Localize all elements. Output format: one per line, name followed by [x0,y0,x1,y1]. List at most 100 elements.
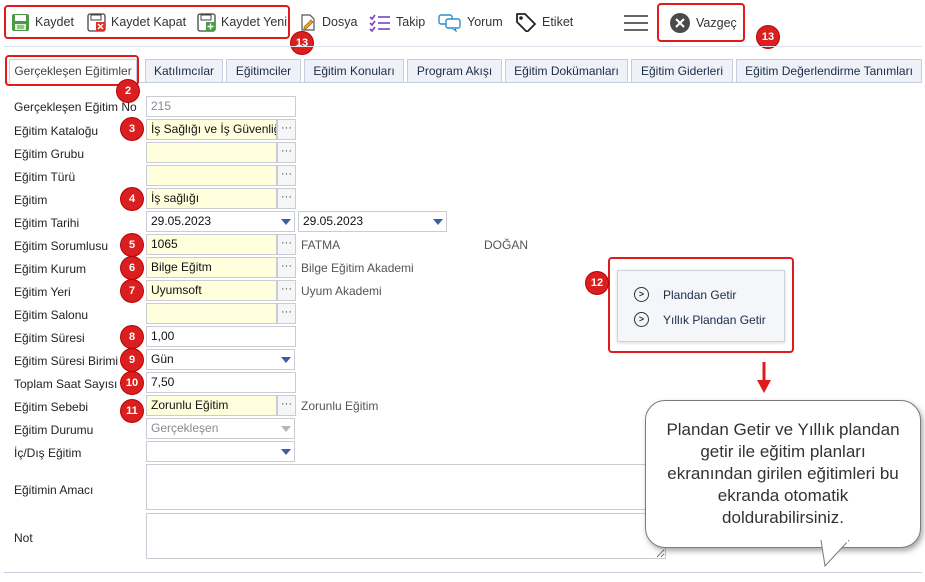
step-badge: 3 [121,118,143,140]
internal-external-dropdown-icon[interactable] [277,442,294,461]
status-dropdown-icon [277,419,294,438]
reason-description: Zorunlu Eğitim [301,399,379,413]
active-tab-highlight [5,55,139,86]
follow-button[interactable]: Takip [369,9,425,35]
training-no-field: 215 [146,96,296,117]
institution-field[interactable]: Bilge Eğitm [146,257,277,278]
room-field[interactable] [146,303,277,324]
institution-lookup-button[interactable]: ··· [277,257,296,278]
checklist-icon [369,14,390,32]
follow-label: Takip [396,15,426,29]
comment-button[interactable]: Yorum [438,9,503,35]
total-hours-label: Toplam Saat Sayısı [14,377,118,391]
step-badge: 6 [121,257,143,279]
info-callout: Plandan Getir ve Yıllık plandan getir il… [645,400,921,548]
duration-unit-dropdown-icon[interactable] [277,350,294,369]
training-label: Eğitim [14,193,48,207]
purpose-textarea[interactable] [146,464,666,510]
step-badge: 5 [121,234,143,256]
group-label: Eğitim Grubu [14,147,85,161]
room-lookup-button[interactable]: ··· [277,303,296,324]
start-date-dropdown-icon[interactable] [277,212,294,231]
tab-egitim-dokumanlari[interactable]: Eğitim Dokümanları [505,59,628,83]
reason-field[interactable]: Zorunlu Eğitim [146,395,277,416]
duration-unit-label: Eğitim Süresi Birimi [14,354,119,368]
end-date-dropdown-icon[interactable] [429,212,446,231]
save-new-button[interactable]: Kaydet Yeni [197,9,287,35]
save-new-label: Kaydet Yeni [221,15,288,29]
step-badge: 4 [121,188,143,210]
training-no-label: Gerçekleşen Eğitim No [14,100,137,114]
responsible-field[interactable]: 1065 [146,234,277,255]
note-label: Not [14,531,33,545]
tab-egitimciler[interactable]: Eğitimciler [226,59,301,83]
reason-label: Eğitim Sebebi [14,400,89,414]
tag-label: Etiket [542,15,574,29]
start-date-field[interactable]: 29.05.2023 [146,211,295,232]
save-label: Kaydet [35,15,74,29]
tab-program-akisi[interactable]: Program Akışı [407,59,502,83]
step-badge: 11 [121,400,143,422]
plan-import-popup: > Plandan Getir > Yıllık Plandan Getir [617,270,785,342]
plan-import-item[interactable]: > Plandan Getir [634,287,736,302]
tag-icon [516,13,536,32]
file-button[interactable]: Dosya [299,9,357,35]
catalog-field[interactable]: İş Sağlığı ve İş Güvenliği [146,119,277,140]
hamburger-menu-icon[interactable] [624,13,648,31]
tab-katilimcilar[interactable]: Katılımcılar [145,59,223,83]
room-label: Eğitim Salonu [14,308,89,322]
training-lookup-button[interactable]: ··· [277,188,296,209]
responsible-label: Eğitim Sorumlusu [14,239,109,253]
save-close-label: Kaydet Kapat [111,15,187,29]
catalog-lookup-button[interactable]: ··· [277,119,296,140]
group-lookup-button[interactable]: ··· [277,142,296,163]
step-badge: 2 [117,80,139,102]
callout-tail [820,540,850,568]
duration-field[interactable]: 1,00 [146,326,296,347]
institution-label: Eğitim Kurum [14,262,87,276]
location-lookup-button[interactable]: ··· [277,280,296,301]
responsible-first-name: FATMA [301,238,341,252]
step-badge: 13 [757,26,779,48]
chevron-circle-icon: > [634,287,649,302]
step-badge: 13 [291,32,313,54]
status-label: Eğitim Durumu [14,423,94,437]
file-label: Dosya [322,15,358,29]
annual-plan-import-label: Yıllık Plandan Getir [663,312,766,327]
cancel-button[interactable]: Vazgeç [669,10,737,36]
toolbar-divider [4,46,922,47]
tab-egitim-konulari[interactable]: Eğitim Konuları [304,59,404,83]
close-circle-icon [670,13,690,33]
type-field[interactable] [146,165,277,186]
status-select: Gerçekleşen [146,418,295,439]
institution-description: Bilge Eğitim Akademi [301,261,414,275]
end-date-field[interactable]: 29.05.2023 [298,211,447,232]
duration-unit-select[interactable]: Gün [146,349,295,370]
internal-external-select[interactable] [146,441,295,462]
note-textarea[interactable] [146,513,666,559]
floppy-icon [12,13,29,31]
plan-import-label: Plandan Getir [663,287,737,302]
type-lookup-button[interactable]: ··· [277,165,296,186]
comment-label: Yorum [467,15,503,29]
tab-egitim-degerlendirme-tanimlari[interactable]: Eğitim Değerlendirme Tanımları [736,59,922,83]
group-field[interactable] [146,142,277,163]
tag-button[interactable]: Etiket [515,9,573,35]
purpose-label: Eğitimin Amacı [14,483,94,497]
step-badge: 10 [121,372,143,394]
tab-egitim-giderleri[interactable]: Eğitim Giderleri [631,59,733,83]
cancel-label: Vazgeç [696,16,737,30]
date-label: Eğitim Tarihi [14,216,80,230]
save-close-button[interactable]: Kaydet Kapat [87,9,186,35]
total-hours-field[interactable]: 7,50 [146,372,296,393]
responsible-lookup-button[interactable]: ··· [277,234,296,255]
form-bottom-border [4,572,922,573]
training-field[interactable]: İş sağlığı [146,188,277,209]
file-edit-icon [301,13,315,31]
reason-lookup-button[interactable]: ··· [277,395,296,416]
step-badge: 9 [121,349,143,371]
save-button[interactable]: Kaydet [11,9,74,35]
internal-external-label: İç/Dış Eğitim [14,446,82,460]
annual-plan-import-item[interactable]: > Yıllık Plandan Getir [634,312,766,327]
location-field[interactable]: Uyumsoft [146,280,277,301]
